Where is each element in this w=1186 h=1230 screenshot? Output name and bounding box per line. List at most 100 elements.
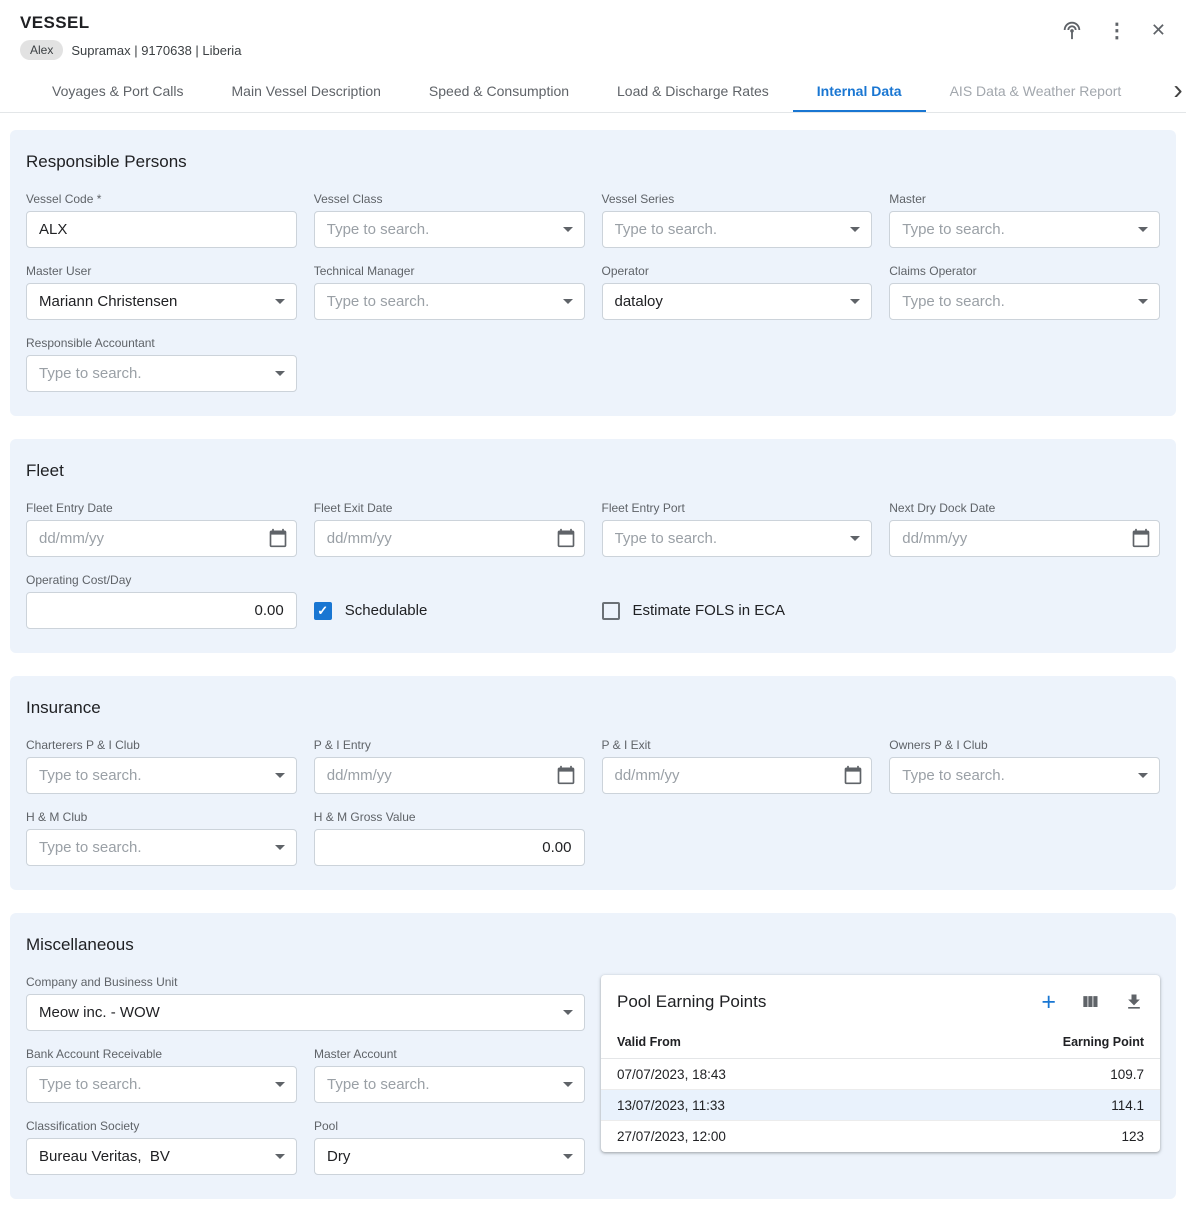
calendar-icon[interactable] <box>1131 528 1151 548</box>
checkbox-unchecked-icon[interactable] <box>602 602 620 620</box>
master-user-select <box>26 283 297 320</box>
header-left: VESSEL Alex Supramax | 9170638 | Liberia <box>20 13 241 60</box>
fleet-entry-port-select <box>602 520 873 557</box>
classification-society-field: Classification Society <box>26 1119 297 1175</box>
charterers-pi-club-field: Charterers P & I Club <box>26 738 297 794</box>
master-user-input[interactable] <box>26 283 297 320</box>
owners-pi-club-select <box>889 757 1160 794</box>
tab-internal-data[interactable]: Internal Data <box>793 70 926 112</box>
vessel-alias-chip: Alex <box>20 40 63 60</box>
field-label: H & M Gross Value <box>314 810 585 824</box>
field-label: Company and Business Unit <box>26 975 585 989</box>
tab-load-discharge-rates[interactable]: Load & Discharge Rates <box>593 70 793 112</box>
page-title: VESSEL <box>20 13 241 33</box>
field-label: Operating Cost/Day <box>26 573 297 587</box>
fleet-entry-date-input[interactable] <box>26 520 297 557</box>
add-row-icon[interactable]: + <box>1041 993 1056 1011</box>
field-label: Technical Manager <box>314 264 585 278</box>
fleet-entry-port-input[interactable] <box>602 520 873 557</box>
company-business-unit-input[interactable] <box>26 994 585 1031</box>
cell-valid-from: 13/07/2023, 11:33 <box>617 1098 725 1113</box>
charterers-pi-club-input[interactable] <box>26 757 297 794</box>
vessel-class-select <box>314 211 585 248</box>
tab-ais-data-weather-report[interactable]: AIS Data & Weather Report <box>926 70 1146 112</box>
header-actions: ⋮ ✕ <box>1061 13 1166 42</box>
field-label: Classification Society <box>26 1119 297 1133</box>
vessel-class-field: Vessel Class <box>314 192 585 248</box>
vessel-series-field: Vessel Series <box>602 192 873 248</box>
operating-cost-day-input[interactable] <box>26 592 297 629</box>
vessel-series-input[interactable] <box>602 211 873 248</box>
owners-pi-club-input[interactable] <box>889 757 1160 794</box>
fleet-exit-date-input[interactable] <box>314 520 585 557</box>
responsible-accountant-field: Responsible Accountant <box>26 336 297 392</box>
vessel-code-input[interactable] <box>26 211 297 248</box>
tab-bar: Voyages & Port Calls Main Vessel Descrip… <box>0 70 1186 113</box>
table-row[interactable]: 13/07/2023, 11:33 114.1 <box>601 1090 1160 1121</box>
operator-input[interactable] <box>602 283 873 320</box>
tab-correspondence-truncated[interactable]: Cor <box>1145 70 1169 112</box>
cell-valid-from: 27/07/2023, 12:00 <box>617 1129 726 1144</box>
claims-operator-input[interactable] <box>889 283 1160 320</box>
column-header-earning-point[interactable]: Earning Point <box>1063 1035 1144 1049</box>
next-dry-dock-date-field: Next Dry Dock Date <box>889 501 1160 557</box>
broadcast-icon[interactable] <box>1061 18 1083 42</box>
calendar-icon[interactable] <box>843 765 863 785</box>
company-business-unit-field: Company and Business Unit <box>26 975 585 1031</box>
field-label: Pool <box>314 1119 585 1133</box>
field-label: Claims Operator <box>889 264 1160 278</box>
download-icon[interactable] <box>1124 992 1144 1012</box>
tab-speed-consumption[interactable]: Speed & Consumption <box>405 70 593 112</box>
vessel-subtitle-row: Alex Supramax | 9170638 | Liberia <box>20 40 241 60</box>
field-label: Vessel Code * <box>26 192 297 206</box>
kebab-menu-icon[interactable]: ⋮ <box>1107 18 1127 42</box>
field-label: Master <box>889 192 1160 206</box>
company-business-unit-select <box>26 994 585 1031</box>
classification-society-input[interactable] <box>26 1138 297 1175</box>
field-label: Fleet Entry Date <box>26 501 297 515</box>
field-label: Vessel Class <box>314 192 585 206</box>
cell-earning-point: 109.7 <box>1110 1067 1144 1082</box>
columns-icon[interactable] <box>1080 992 1100 1012</box>
calendar-icon[interactable] <box>556 528 576 548</box>
close-icon[interactable]: ✕ <box>1151 18 1166 42</box>
hm-gross-value-field: H & M Gross Value <box>314 810 585 866</box>
vessel-code-field: Vessel Code * <box>26 192 297 248</box>
pool-input[interactable] <box>314 1138 585 1175</box>
tab-main-vessel-description[interactable]: Main Vessel Description <box>208 70 405 112</box>
table-row[interactable]: 07/07/2023, 18:43 109.7 <box>601 1059 1160 1090</box>
main-content: Responsible Persons Vessel Code * Vessel… <box>0 113 1186 1230</box>
hm-gross-value-input[interactable] <box>314 829 585 866</box>
schedulable-checkbox[interactable]: ✓ Schedulable <box>314 592 585 629</box>
section-responsible-persons: Responsible Persons Vessel Code * Vessel… <box>10 130 1176 416</box>
estimate-fols-checkbox[interactable]: Estimate FOLS in ECA <box>602 592 873 629</box>
pool-earning-points-card: Pool Earning Points + Valid From Earning… <box>601 975 1160 1152</box>
tab-voyages-port-calls[interactable]: Voyages & Port Calls <box>28 70 208 112</box>
fleet-entry-date-field: Fleet Entry Date <box>26 501 297 557</box>
calendar-icon[interactable] <box>556 765 576 785</box>
technical-manager-select <box>314 283 585 320</box>
technical-manager-input[interactable] <box>314 283 585 320</box>
field-label: P & I Entry <box>314 738 585 752</box>
section-miscellaneous: Miscellaneous Company and Business Unit … <box>10 913 1176 1199</box>
vessel-class-input[interactable] <box>314 211 585 248</box>
responsible-accountant-input[interactable] <box>26 355 297 392</box>
pi-exit-control <box>602 757 873 794</box>
owners-pi-club-field: Owners P & I Club <box>889 738 1160 794</box>
tab-scroll-right-icon[interactable]: › <box>1169 70 1186 112</box>
master-user-field: Master User <box>26 264 297 320</box>
checkbox-checked-icon[interactable]: ✓ <box>314 602 332 620</box>
calendar-icon[interactable] <box>268 528 288 548</box>
table-header-row: Valid From Earning Point <box>601 1025 1160 1059</box>
pool-earning-points-header: Pool Earning Points + <box>601 975 1160 1025</box>
pi-exit-input[interactable] <box>602 757 873 794</box>
master-input[interactable] <box>889 211 1160 248</box>
hm-club-input[interactable] <box>26 829 297 866</box>
master-select <box>889 211 1160 248</box>
field-label: Fleet Entry Port <box>602 501 873 515</box>
field-label: Master User <box>26 264 297 278</box>
table-row[interactable]: 27/07/2023, 12:00 123 <box>601 1121 1160 1152</box>
next-dry-dock-date-input[interactable] <box>889 520 1160 557</box>
column-header-valid-from[interactable]: Valid From <box>617 1035 681 1049</box>
pi-entry-input[interactable] <box>314 757 585 794</box>
